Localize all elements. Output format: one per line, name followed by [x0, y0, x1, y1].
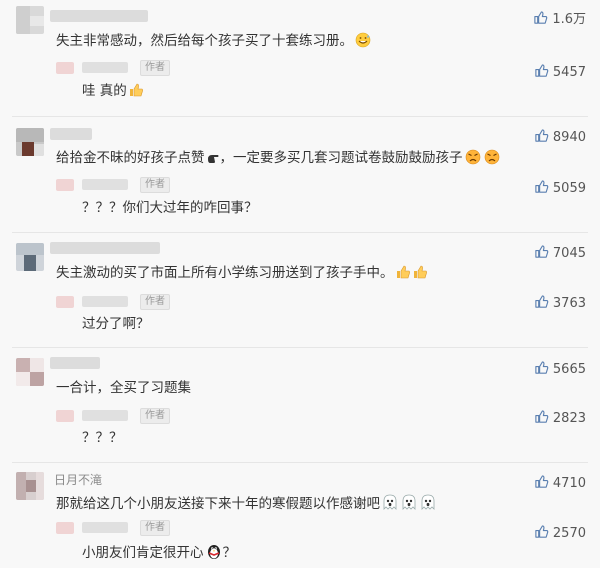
like-button[interactable]: 3763: [534, 294, 586, 314]
comment-text: 那就给这几个小朋友送接下来十年的寒假题以作感谢吧: [56, 493, 437, 516]
thumbs-up-emoji: [128, 82, 144, 103]
reply-avatar[interactable]: [56, 410, 74, 422]
avatar[interactable]: [16, 243, 44, 271]
comment-text: 失主非常感动，然后给每个孩子买了十套练习册。: [56, 32, 372, 53]
reply-username-blurred[interactable]: [82, 179, 128, 190]
reply-username-blurred[interactable]: [82, 410, 128, 421]
thumbs-up-emoji: [395, 264, 411, 285]
reply-text: 过分了啊？: [82, 316, 150, 332]
like-count: 5665: [552, 362, 586, 377]
reply-username-blurred[interactable]: [82, 522, 128, 533]
like-count: 4710: [552, 476, 586, 491]
reply-username-blurred[interactable]: [82, 62, 128, 73]
comment-item: 日月不滝 那就给这几个小朋友送接下来十年的寒假题以作感谢吧 4710 作者 小朋…: [0, 464, 600, 568]
reply-avatar[interactable]: [56, 522, 74, 534]
thumbs-up-icon: [534, 244, 549, 264]
ghost-emoji: [381, 493, 399, 516]
like-count: 5457: [552, 65, 586, 80]
reply-text: 哇 真的: [82, 82, 144, 103]
author-tag: 作者: [140, 177, 170, 193]
angry-face-emoji: [464, 149, 482, 170]
author-tag: 作者: [140, 520, 170, 536]
like-button[interactable]: 5457: [534, 63, 586, 83]
username-blurred[interactable]: [50, 357, 100, 369]
pointing-hand-emoji: [206, 151, 220, 170]
comment-text: 失主激动的买了市面上所有小学练习册送到了孩子手中。: [56, 264, 428, 285]
like-button[interactable]: 2570: [534, 524, 586, 544]
comment-item: 失主激动的买了市面上所有小学练习册送到了孩子手中。 7045 作者 过分了啊？ …: [0, 234, 600, 347]
author-tag: 作者: [140, 408, 170, 424]
thumbs-up-icon: [534, 524, 549, 544]
reply-avatar[interactable]: [56, 179, 74, 191]
avatar[interactable]: [16, 358, 44, 386]
grinning-sweat-emoji: [354, 32, 372, 53]
like-button[interactable]: 7045: [534, 244, 586, 264]
thumbs-up-icon: [534, 128, 549, 148]
like-button[interactable]: 5059: [534, 179, 586, 199]
comment-item: 失主非常感动，然后给每个孩子买了十套练习册。 1.6万 作者 哇 真的 5457: [0, 0, 600, 115]
like-count: 2823: [552, 411, 586, 426]
reply-text: 小朋友们肯定很开心？: [82, 542, 236, 565]
username-blurred[interactable]: [50, 10, 148, 22]
thumbs-up-icon: [534, 360, 549, 380]
author-tag: 作者: [140, 294, 170, 310]
like-button[interactable]: 1.6万: [533, 10, 586, 30]
thumbs-up-emoji: [412, 264, 428, 285]
like-count: 3763: [552, 296, 586, 311]
like-count: 8940: [552, 130, 586, 145]
like-button[interactable]: 2823: [534, 409, 586, 429]
comment-text: 给拾金不昧的好孩子点赞 ，一定要多买几套习题试卷鼓励鼓励孩子: [56, 149, 501, 170]
like-count: 7045: [552, 246, 586, 261]
thumbs-up-icon: [534, 409, 549, 429]
thumbs-up-icon: [533, 10, 548, 30]
reply-avatar[interactable]: [56, 296, 74, 308]
thumbs-up-icon: [534, 474, 549, 494]
comment-list: 失主非常感动，然后给每个孩子买了十套练习册。 1.6万 作者 哇 真的 5457…: [0, 0, 600, 568]
angry-face-emoji: [483, 149, 501, 170]
username-blurred[interactable]: [50, 128, 92, 140]
like-count: 1.6万: [552, 12, 586, 27]
reply-username-blurred[interactable]: [82, 296, 128, 307]
avatar[interactable]: [16, 472, 44, 500]
username[interactable]: 日月不滝: [54, 473, 102, 487]
reply-text: ？？？: [82, 430, 123, 446]
comment-text: 一合计，全买了习题集: [56, 380, 191, 396]
like-button[interactable]: 4710: [534, 474, 586, 494]
author-tag: 作者: [140, 60, 170, 76]
username-blurred[interactable]: [50, 242, 160, 254]
ghost-emoji: [400, 493, 418, 516]
like-button[interactable]: 5665: [534, 360, 586, 380]
reply-text: ？？？你们大过年的咋回事？: [82, 200, 258, 216]
comment-item: 一合计，全买了习题集 5665 作者 ？？？ 2823: [0, 349, 600, 462]
avatar[interactable]: [16, 6, 44, 34]
divider: [12, 462, 588, 463]
thumbs-up-icon: [534, 63, 549, 83]
like-count: 2570: [552, 526, 586, 541]
divider: [12, 347, 588, 348]
comment-item: 给拾金不昧的好孩子点赞 ，一定要多买几套习题试卷鼓励鼓励孩子 8940 作者 ？？…: [0, 118, 600, 232]
ghost-emoji: [419, 493, 437, 516]
divider: [12, 232, 588, 233]
penguin-emoji: [205, 542, 223, 565]
like-count: 5059: [552, 181, 586, 196]
thumbs-up-icon: [534, 179, 549, 199]
avatar[interactable]: [16, 128, 44, 156]
like-button[interactable]: 8940: [534, 128, 586, 148]
thumbs-up-icon: [534, 294, 549, 314]
divider: [12, 116, 588, 117]
reply-avatar[interactable]: [56, 62, 74, 74]
